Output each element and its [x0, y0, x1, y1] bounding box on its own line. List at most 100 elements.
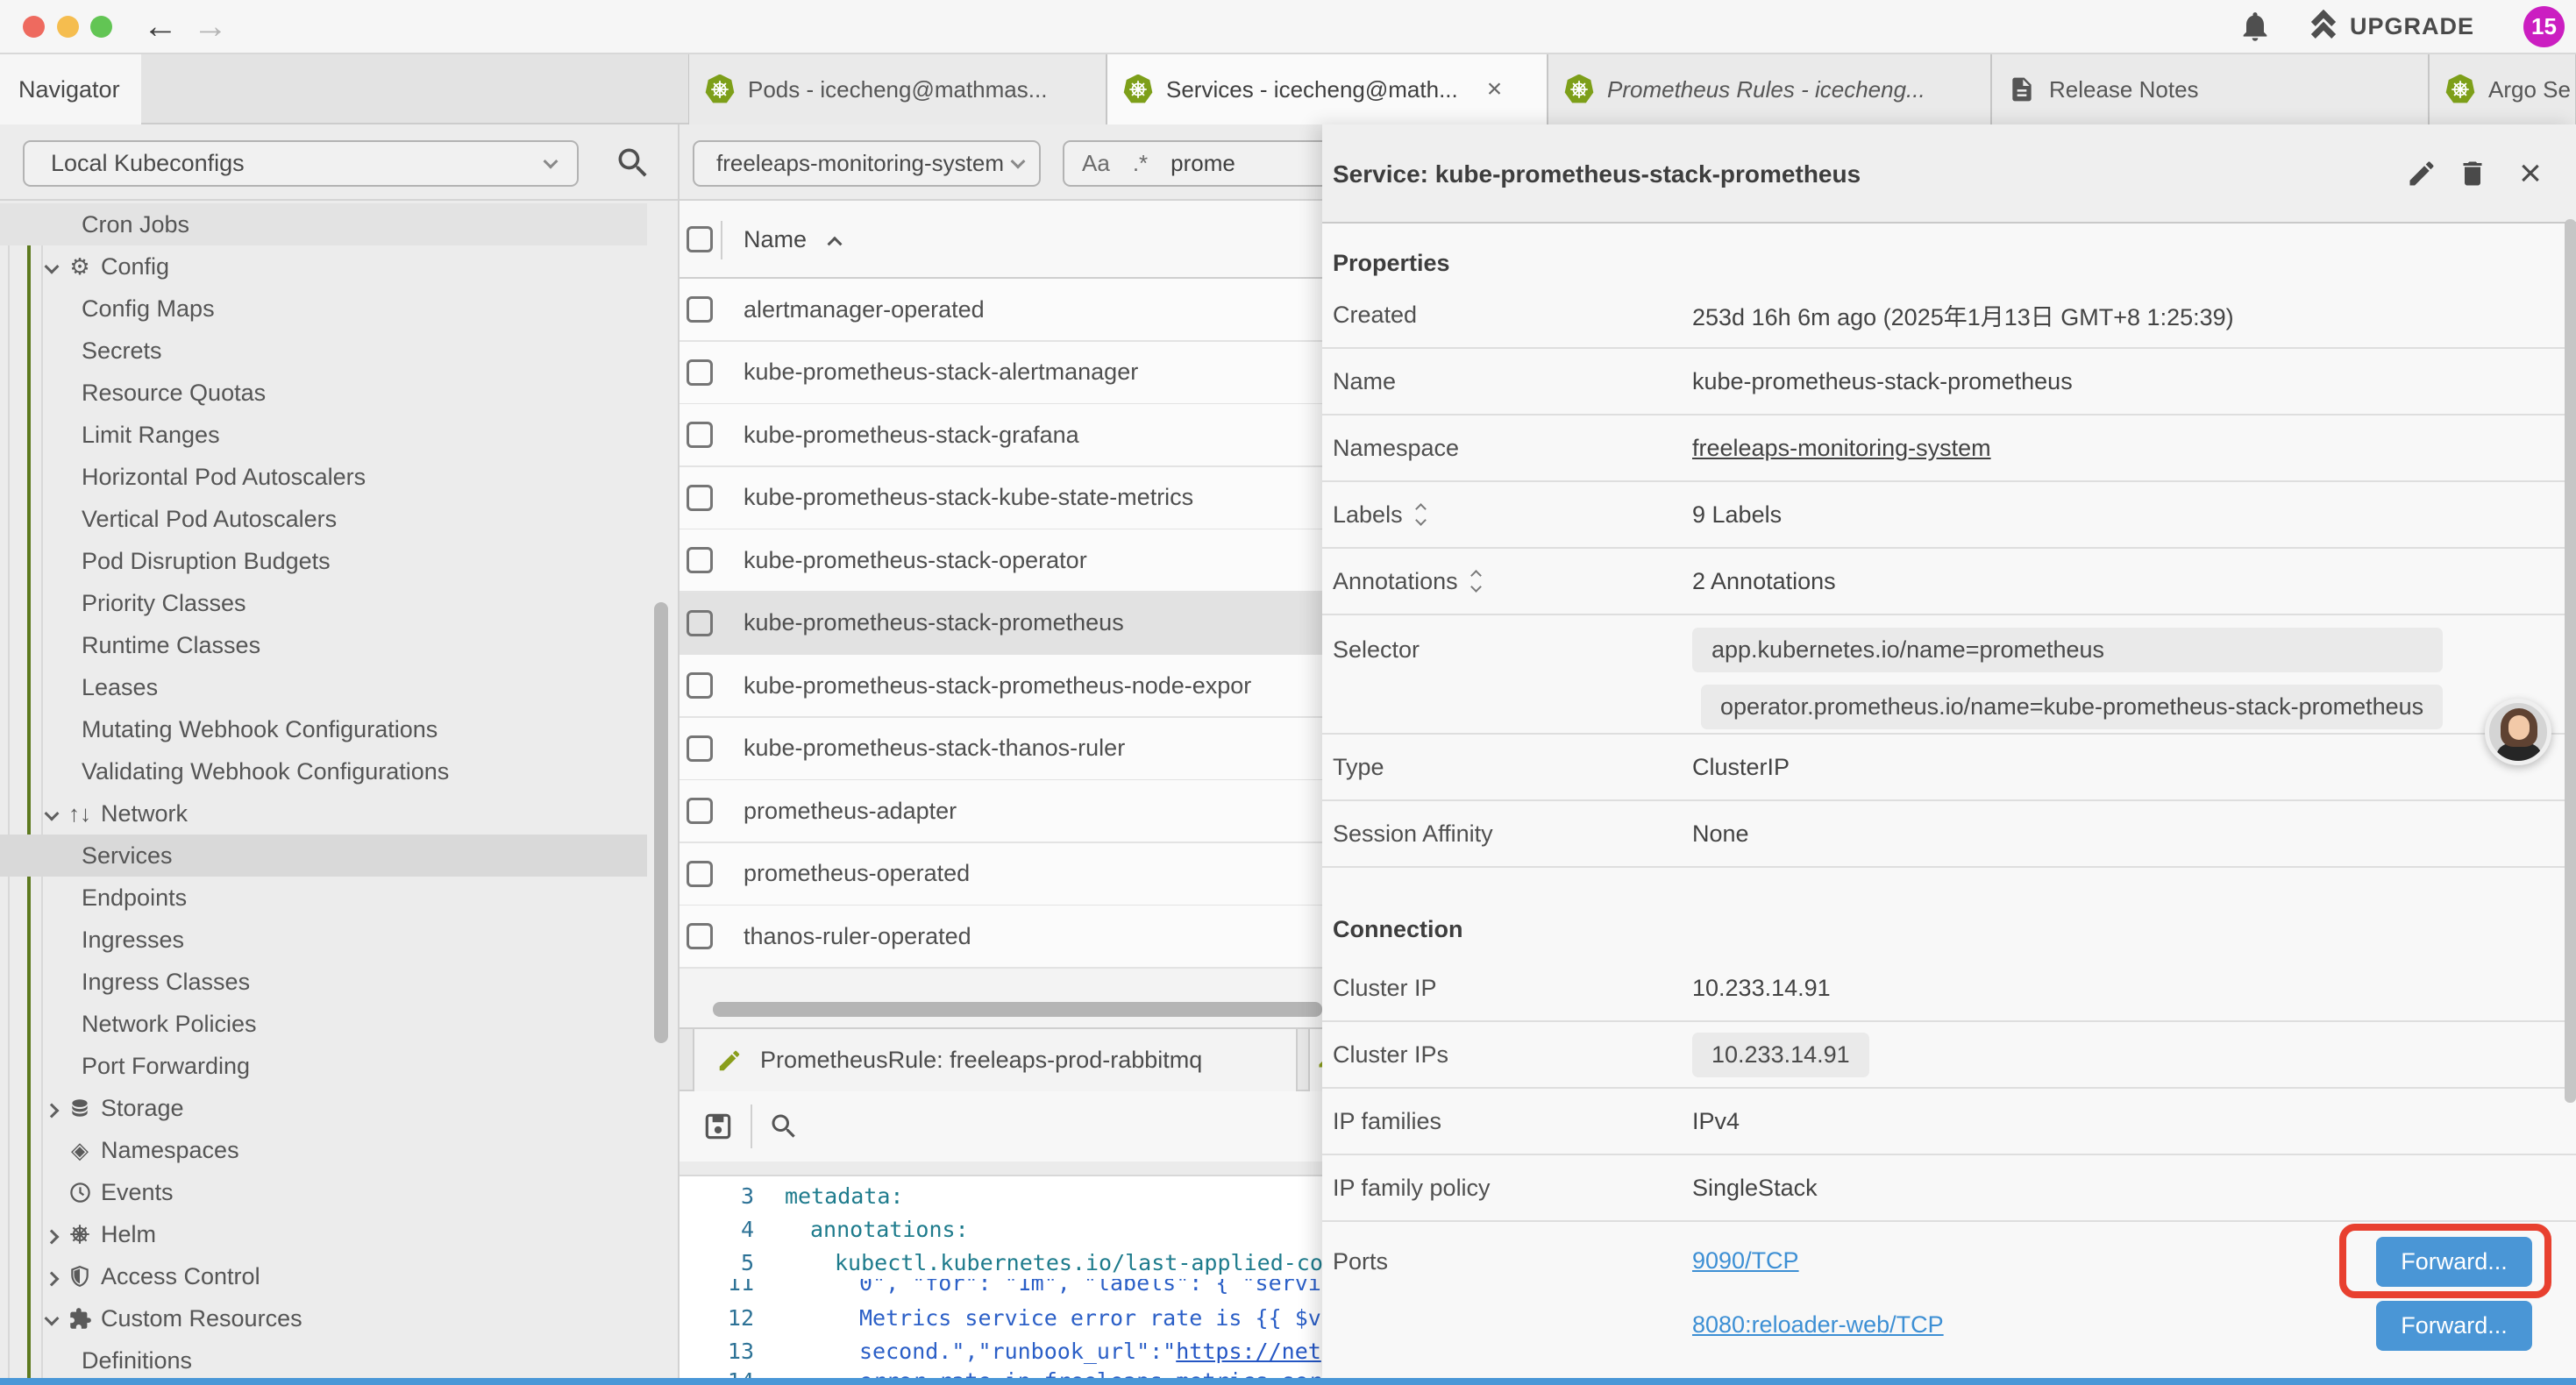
name-column-header[interactable]: Name — [744, 201, 840, 279]
editor-tab[interactable]: PrometheusRule: freeleaps-prod-rabbitmq — [693, 1029, 1298, 1091]
sidebar-item-config-maps[interactable]: Config Maps — [0, 288, 647, 330]
maximize-window-button[interactable] — [90, 16, 112, 38]
sidebar-item-services[interactable]: Services — [0, 835, 647, 877]
detail-scrollbar[interactable] — [2565, 219, 2576, 1103]
row-checkbox[interactable] — [687, 672, 713, 699]
edit-icon[interactable] — [2402, 154, 2441, 193]
table-row[interactable]: prometheus-operated — [680, 843, 1322, 906]
row-checkbox[interactable] — [687, 422, 713, 448]
table-row[interactable]: kube-prometheus-stack-prometheus-node-ex… — [680, 655, 1322, 718]
sidebar-item-ingress-classes[interactable]: Ingress Classes — [0, 961, 647, 1003]
notification-count-badge[interactable]: 15 — [2523, 6, 2565, 47]
table-row[interactable]: kube-prometheus-stack-kube-state-metrics — [680, 467, 1322, 530]
tab-argo[interactable]: Argo Se — [2429, 54, 2576, 124]
sidebar-item-config[interactable]: ⚙Config — [0, 245, 647, 288]
sidebar-scrollbar[interactable] — [654, 602, 668, 1043]
table-row[interactable]: kube-prometheus-stack-grafana — [680, 404, 1322, 467]
port-link[interactable]: 8080:reloader-web/TCP — [1692, 1311, 1944, 1339]
namespace-link[interactable]: freeleaps-monitoring-system — [1692, 435, 1991, 462]
table-row[interactable]: alertmanager-operated — [680, 279, 1322, 342]
assistant-avatar[interactable] — [2485, 699, 2551, 765]
sidebar-item-helm[interactable]: Helm — [0, 1213, 647, 1255]
sidebar-item-cron-jobs[interactable]: Cron Jobs — [0, 203, 647, 245]
row-checkbox[interactable] — [687, 923, 713, 949]
sidebar-item-custom-resources[interactable]: Custom Resources — [0, 1297, 647, 1339]
sidebar-item-pod-disruption-budgets[interactable]: Pod Disruption Budgets — [0, 540, 647, 582]
tab-release[interactable]: Release Notes — [1991, 54, 2429, 124]
search-query-text: prome — [1171, 150, 1235, 177]
sidebar-item-network-policies[interactable]: Network Policies — [0, 1003, 647, 1045]
chevron-down-icon[interactable] — [45, 806, 60, 820]
sidebar-item-secrets[interactable]: Secrets — [0, 330, 647, 372]
chevron-right-icon[interactable] — [45, 1229, 60, 1244]
save-icon[interactable] — [701, 1110, 735, 1143]
tab-pods[interactable]: Pods - icecheng@mathmas... — [688, 54, 1107, 124]
yaml-editor[interactable]: 3metadata:4annotations:5kubectl.kubernet… — [680, 1176, 1322, 1385]
back-icon[interactable]: ← — [143, 5, 178, 47]
row-checkbox[interactable] — [687, 485, 713, 511]
sidebar-item-vertical-pod-autoscalers[interactable]: Vertical Pod Autoscalers — [0, 498, 647, 540]
case-sensitive-toggle[interactable]: Aa — [1082, 150, 1110, 177]
sidebar-item-storage[interactable]: Storage — [0, 1087, 647, 1129]
delete-icon[interactable] — [2453, 154, 2492, 193]
forward-button[interactable]: Forward... — [2376, 1237, 2532, 1287]
sidebar-search-button[interactable] — [614, 144, 652, 182]
sidebar-item-access-control[interactable]: Access Control — [0, 1255, 647, 1297]
kubeconfig-selector[interactable]: Local Kubeconfigs — [23, 140, 579, 187]
upgrade-button[interactable]: UPGRADE — [2311, 0, 2474, 53]
table-row[interactable]: kube-prometheus-stack-prometheus — [680, 593, 1322, 656]
namespace-filter-dropdown[interactable]: freeleaps-monitoring-system — [693, 140, 1041, 187]
regex-toggle[interactable]: .* — [1133, 150, 1148, 177]
chevron-right-icon[interactable] — [45, 1271, 60, 1286]
sidebar-item-network[interactable]: ↑↓Network — [0, 792, 647, 835]
horizontal-scrollbar[interactable] — [713, 1002, 1322, 1017]
sidebar-item-namespaces[interactable]: ◈Namespaces — [0, 1129, 647, 1171]
close-window-button[interactable] — [23, 16, 45, 38]
forward-icon[interactable]: → — [193, 5, 228, 47]
select-all-checkbox[interactable] — [687, 226, 713, 252]
close-icon[interactable]: × — [2511, 154, 2550, 193]
row-checkbox[interactable] — [687, 547, 713, 573]
name-search-input[interactable]: Aa .* prome — [1063, 140, 1322, 187]
property-value: ClusterIP — [1692, 754, 1790, 781]
port-link[interactable]: 9090/TCP — [1692, 1247, 1799, 1275]
chevron-down-icon[interactable] — [45, 1310, 60, 1325]
sidebar-item-endpoints[interactable]: Endpoints — [0, 877, 647, 919]
table-row[interactable]: prometheus-adapter — [680, 780, 1322, 843]
sidebar-item-ingresses[interactable]: Ingresses — [0, 919, 647, 961]
sort-toggle-icon[interactable] — [1417, 505, 1425, 524]
sidebar-item-definitions[interactable]: Definitions — [0, 1339, 647, 1381]
chevron-right-icon[interactable] — [45, 1103, 60, 1118]
table-row[interactable]: thanos-ruler-operated — [680, 906, 1322, 969]
sort-toggle-icon[interactable] — [1472, 572, 1480, 591]
sidebar-item-port-forwarding[interactable]: Port Forwarding — [0, 1045, 647, 1087]
navigator-tab[interactable]: Navigator — [0, 54, 141, 124]
row-checkbox[interactable] — [687, 296, 713, 323]
editor-tab-partial[interactable] — [1308, 1029, 1322, 1091]
tab-services[interactable]: Services - icecheng@math...× — [1107, 54, 1548, 124]
table-row[interactable]: kube-prometheus-stack-thanos-ruler — [680, 718, 1322, 781]
sidebar-item-priority-classes[interactable]: Priority Classes — [0, 582, 647, 624]
row-checkbox[interactable] — [687, 798, 713, 824]
row-checkbox[interactable] — [687, 861, 713, 887]
sidebar-item-validating-webhook-configurations[interactable]: Validating Webhook Configurations — [0, 750, 647, 792]
sidebar-item-events[interactable]: Events — [0, 1171, 647, 1213]
row-checkbox[interactable] — [687, 735, 713, 762]
chevron-down-icon[interactable] — [45, 259, 60, 273]
editor-search-icon[interactable] — [768, 1111, 800, 1142]
sidebar-item-runtime-classes[interactable]: Runtime Classes — [0, 624, 647, 666]
sidebar-item-mutating-webhook-configurations[interactable]: Mutating Webhook Configurations — [0, 708, 647, 750]
close-tab-icon[interactable]: × — [1487, 75, 1503, 104]
table-row[interactable]: kube-prometheus-stack-operator — [680, 529, 1322, 593]
notifications-button[interactable] — [2238, 0, 2273, 53]
row-checkbox[interactable] — [687, 359, 713, 386]
forward-button[interactable]: Forward... — [2376, 1301, 2532, 1351]
sidebar-item-horizontal-pod-autoscalers[interactable]: Horizontal Pod Autoscalers — [0, 456, 647, 498]
sidebar-item-limit-ranges[interactable]: Limit Ranges — [0, 414, 647, 456]
table-row[interactable]: kube-prometheus-stack-alertmanager — [680, 342, 1322, 405]
row-checkbox[interactable] — [687, 610, 713, 636]
tab-prometheus[interactable]: Prometheus Rules - icecheng... — [1548, 54, 1991, 124]
sidebar-item-leases[interactable]: Leases — [0, 666, 647, 708]
minimize-window-button[interactable] — [57, 16, 79, 38]
sidebar-item-resource-quotas[interactable]: Resource Quotas — [0, 372, 647, 414]
